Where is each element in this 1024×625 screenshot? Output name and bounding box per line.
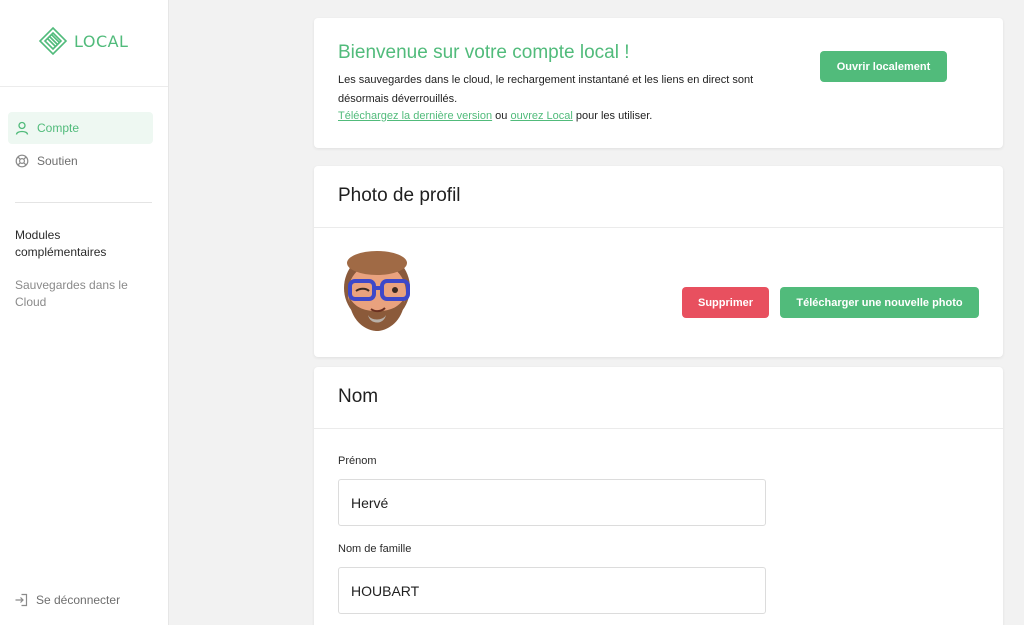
profile-photo-card: Photo de profil Supprimer Télécharger un… — [314, 166, 1003, 357]
delete-photo-button[interactable]: Supprimer — [682, 287, 769, 318]
upload-photo-button[interactable]: Télécharger une nouvelle photo — [780, 287, 979, 318]
logout-label: Se déconnecter — [36, 593, 121, 607]
welcome-title: Bienvenue sur votre compte local ! — [338, 42, 630, 63]
name-title: Nom — [338, 386, 379, 407]
sidebar: LOCAL Compte Soutien Modules complémenta… — [0, 0, 169, 625]
logo-text: LOCAL — [74, 31, 129, 51]
first-name-field[interactable] — [338, 479, 766, 526]
or-text: ou — [492, 110, 511, 122]
open-locally-button[interactable]: Ouvrir localement — [820, 51, 947, 82]
sidebar-item-compte[interactable]: Compte — [8, 112, 153, 144]
suffix-text: pour les utiliser. — [572, 110, 653, 122]
card-header: Photo de profil — [314, 166, 1003, 228]
open-local-link[interactable]: ouvrez Local — [510, 110, 572, 122]
last-name-label: Nom de famille — [338, 543, 412, 555]
sidebar-divider — [15, 202, 152, 203]
local-logo[interactable]: LOCAL — [38, 26, 128, 56]
sidebar-item-cloud-backups[interactable]: Sauvegardes dans le Cloud — [15, 277, 135, 311]
local-logo-icon — [38, 26, 68, 56]
card-header: Nom — [314, 367, 1003, 429]
user-icon — [15, 121, 29, 135]
avatar — [344, 251, 410, 331]
sidebar-divider — [0, 86, 168, 87]
welcome-card: Bienvenue sur votre compte local ! Les s… — [314, 18, 1003, 148]
logout-icon — [15, 593, 28, 607]
first-name-label: Prénom — [338, 455, 377, 467]
sidebar-item-label: Soutien — [37, 154, 78, 168]
welcome-links: Téléchargez la dernière version ou ouvre… — [338, 107, 652, 126]
sidebar-item-label: Compte — [37, 121, 80, 135]
lifebuoy-icon — [15, 154, 29, 168]
sidebar-item-soutien[interactable]: Soutien — [8, 145, 153, 177]
logout-button[interactable]: Se déconnecter — [14, 593, 120, 607]
profile-photo-title: Photo de profil — [338, 185, 461, 206]
download-latest-link[interactable]: Téléchargez la dernière version — [338, 110, 492, 122]
welcome-text: Les sauvegardes dans le cloud, le rechar… — [338, 74, 754, 105]
name-card: Nom Prénom Nom de famille — [314, 367, 1003, 625]
last-name-field[interactable] — [338, 567, 766, 614]
modules-heading: Modules complémentaires — [15, 228, 107, 259]
